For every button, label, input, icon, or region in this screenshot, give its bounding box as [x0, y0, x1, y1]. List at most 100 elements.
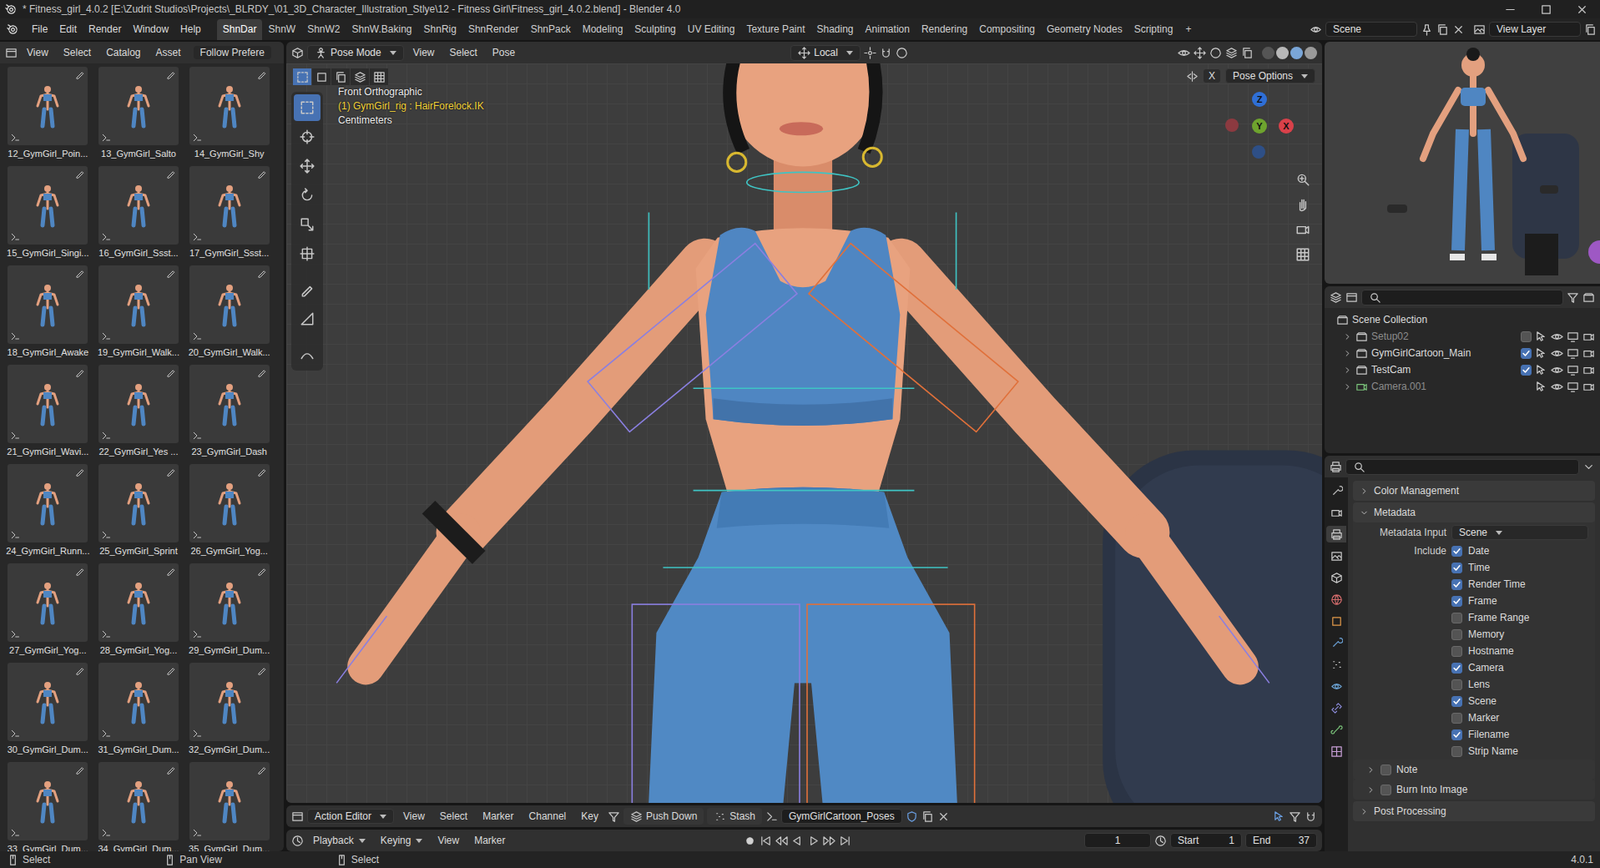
checkbox[interactable] — [1451, 595, 1463, 607]
layers-icon[interactable] — [1225, 46, 1238, 60]
properties-tab[interactable] — [1326, 612, 1347, 630]
monitor-icon[interactable] — [1566, 330, 1580, 344]
asset-item[interactable]: 14_GymGirl_Shy — [186, 66, 273, 165]
editor-type-icon[interactable] — [1329, 460, 1343, 474]
close-icon[interactable] — [937, 810, 950, 823]
zoom-icon[interactable] — [1295, 171, 1311, 187]
monitor-icon[interactable] — [1566, 380, 1580, 394]
editor-mode-dropdown[interactable]: Action Editor — [307, 808, 394, 824]
filter-icon[interactable] — [1566, 291, 1580, 304]
fake-user-shield-icon[interactable] — [905, 810, 919, 823]
action-icon[interactable] — [765, 810, 778, 823]
axis-neg-z[interactable] — [1251, 145, 1266, 159]
expand-icon[interactable] — [1342, 382, 1353, 392]
asset-item[interactable]: 31_GymGirl_Dum... — [95, 662, 182, 761]
eye-icon[interactable] — [1550, 363, 1564, 377]
subpanel-header[interactable]: Burn Into Image — [1352, 779, 1595, 800]
hand-icon[interactable] — [1295, 196, 1311, 212]
edit-icon[interactable] — [257, 69, 268, 80]
workspace-tab[interactable]: ShnDar — [217, 19, 263, 41]
metadata-checkbox-row[interactable]: Memory — [1352, 625, 1595, 643]
menu-item[interactable]: Asset — [150, 44, 187, 61]
workspace-tab[interactable]: UV Editing — [681, 19, 742, 41]
new-collection-icon[interactable] — [1582, 291, 1595, 304]
sphere-icon[interactable] — [1209, 46, 1222, 60]
display-mode-icon[interactable] — [1345, 291, 1358, 304]
shading-sphere-icon[interactable] — [1261, 46, 1275, 60]
tool-button[interactable] — [293, 94, 321, 122]
edit-icon[interactable] — [75, 466, 86, 477]
edit-icon[interactable] — [166, 69, 177, 80]
metadata-checkbox-row[interactable]: Hostname — [1352, 642, 1595, 660]
menu-item[interactable]: Marker — [476, 807, 520, 825]
previous-keyframe-icon[interactable] — [775, 834, 788, 848]
jump-end-icon[interactable] — [838, 834, 852, 848]
tool-button[interactable] — [293, 276, 321, 303]
menu-item[interactable]: Render — [82, 20, 127, 38]
workspace-tab[interactable]: Texture Paint — [740, 19, 811, 41]
close-icon[interactable] — [1452, 23, 1465, 36]
properties-tab[interactable] — [1326, 634, 1347, 652]
filter-icon[interactable] — [1288, 810, 1302, 823]
close-icon[interactable] — [1575, 3, 1589, 16]
metadata-checkbox-row[interactable]: Camera — [1352, 659, 1595, 677]
menu-item[interactable]: Window — [126, 20, 175, 38]
asset-item[interactable]: 17_GymGirl_Ssst... — [186, 166, 273, 264]
pin-icon[interactable] — [1420, 23, 1434, 36]
current-frame-field[interactable]: 1 — [1084, 832, 1151, 848]
properties-tab[interactable] — [1326, 721, 1347, 738]
tool-button[interactable] — [293, 123, 321, 151]
asset-item[interactable]: 28_GymGirl_Yog... — [95, 563, 182, 662]
clock-icon[interactable] — [1154, 834, 1167, 848]
properties-tab[interactable] — [1326, 656, 1347, 673]
workspace-tab[interactable]: Geometry Nodes — [1040, 19, 1129, 41]
checkbox[interactable] — [1451, 679, 1463, 691]
asset-item[interactable]: 35_GymGirl_Dum... — [186, 762, 273, 852]
selection-mode-button[interactable] — [369, 68, 389, 86]
push-down-button[interactable]: Push Down — [623, 807, 704, 825]
metadata-checkbox-row[interactable]: Lens — [1352, 676, 1595, 693]
view-layer-field[interactable]: View Layer — [1488, 21, 1581, 37]
edit-icon[interactable] — [166, 565, 177, 576]
copy-icon[interactable] — [921, 810, 934, 823]
dropdown-icon[interactable] — [1582, 460, 1595, 474]
menu-item[interactable]: Channel — [523, 807, 573, 825]
camera-icon[interactable] — [1582, 380, 1595, 394]
editor-type-icon[interactable] — [1329, 291, 1343, 304]
pose-options-button[interactable]: Pose Options — [1225, 68, 1316, 84]
metadata-input-dropdown[interactable]: Scene — [1451, 524, 1589, 541]
camera-icon[interactable] — [1582, 363, 1595, 377]
selection-mode-button[interactable] — [292, 68, 312, 86]
checkbox[interactable] — [1380, 764, 1392, 776]
shading-sphere-icon[interactable] — [1304, 46, 1318, 60]
workspace-tab[interactable]: Sculpting — [628, 19, 682, 41]
menu-item[interactable]: Select — [57, 44, 97, 61]
maximize-icon[interactable] — [1539, 3, 1553, 16]
metadata-checkbox-row[interactable]: Render Time — [1352, 575, 1595, 593]
expand-icon[interactable] — [1342, 332, 1353, 342]
workspace-tab[interactable]: Scripting — [1128, 19, 1180, 41]
panel-header[interactable]: Post Processing — [1352, 801, 1595, 822]
shading-sphere-icon[interactable] — [1290, 46, 1303, 60]
workspace-tab[interactable]: Compositing — [973, 19, 1041, 41]
blender-menu-icon[interactable] — [6, 23, 20, 36]
edit-icon[interactable] — [257, 367, 268, 378]
symmetry-icon[interactable] — [1186, 70, 1199, 83]
record-icon[interactable] — [743, 834, 757, 848]
asset-item[interactable]: 29_GymGirl_Dum... — [186, 563, 273, 662]
checkbox[interactable] — [1451, 579, 1463, 591]
menu-item[interactable]: Pose — [486, 44, 521, 61]
copy-icon[interactable] — [1241, 46, 1254, 60]
checkbox[interactable] — [1451, 712, 1463, 724]
mode-dropdown[interactable]: Pose Mode — [307, 45, 404, 61]
asset-item[interactable]: 18_GymGirl_Awake — [5, 265, 91, 364]
edit-icon[interactable] — [166, 764, 177, 775]
asset-item[interactable]: 23_GymGirl_Dash — [186, 364, 273, 463]
orientation-dropdown[interactable]: Local — [790, 45, 861, 61]
tool-button[interactable] — [293, 211, 321, 238]
edit-icon[interactable] — [75, 764, 86, 775]
add-workspace-button[interactable]: + — [1178, 19, 1198, 41]
outliner-row[interactable]: Setup02 — [1324, 328, 1600, 345]
menu-item[interactable]: File — [25, 20, 54, 38]
workspace-tab[interactable]: ShnW2 — [301, 19, 346, 41]
